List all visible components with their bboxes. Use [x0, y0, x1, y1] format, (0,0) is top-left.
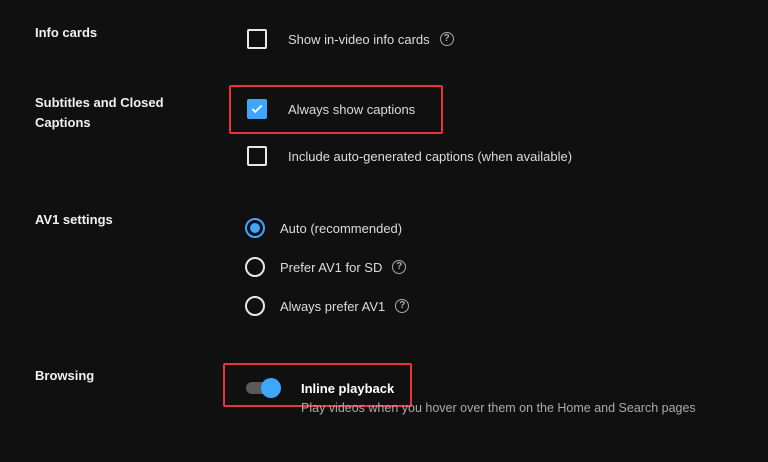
info-cards-label: Show in-video info cards — [288, 31, 430, 47]
always-show-captions-row: Always show captions — [247, 97, 415, 121]
check-icon — [251, 104, 263, 114]
help-icon[interactable]: ? — [395, 299, 410, 313]
section-label-av1: AV1 settings — [35, 212, 113, 227]
settings-page: Info cards Show in-video info cards ? Su… — [0, 0, 768, 462]
inline-playback-toggle[interactable] — [244, 378, 281, 398]
info-cards-checkbox[interactable] — [247, 29, 267, 49]
section-label-subtitles: Subtitles and Closed Captions — [35, 95, 164, 130]
help-icon[interactable]: ? — [439, 32, 454, 46]
av1-option-always[interactable]: Always prefer AV1 ? — [245, 294, 410, 318]
av1-option-label: Always prefer AV1 — [280, 298, 386, 314]
av1-option-label: Auto (recommended) — [280, 220, 403, 236]
av1-option-auto[interactable]: Auto (recommended) — [245, 216, 402, 240]
av1-radio-always[interactable] — [245, 296, 265, 316]
auto-generated-captions-checkbox[interactable] — [247, 146, 267, 166]
always-show-captions-checkbox[interactable] — [247, 99, 267, 119]
av1-radio-prefer-sd[interactable] — [245, 257, 265, 277]
section-label-browsing: Browsing — [35, 368, 95, 383]
av1-option-label: Prefer AV1 for SD — [280, 259, 383, 275]
info-cards-row: Show in-video info cards ? — [247, 27, 454, 51]
auto-generated-captions-row: Include auto-generated captions (when av… — [247, 144, 572, 168]
inline-playback-description: Play videos when you hover over them on … — [301, 401, 696, 415]
av1-option-prefer-sd[interactable]: Prefer AV1 for SD ? — [245, 255, 407, 279]
help-icon[interactable]: ? — [392, 260, 407, 274]
av1-radio-auto[interactable] — [245, 218, 265, 238]
auto-generated-captions-label: Include auto-generated captions (when av… — [288, 148, 573, 164]
inline-playback-row: Inline playback — [244, 376, 394, 400]
section-label-info-cards: Info cards — [35, 25, 98, 40]
always-show-captions-label: Always show captions — [288, 101, 416, 117]
inline-playback-label: Inline playback — [301, 380, 395, 396]
